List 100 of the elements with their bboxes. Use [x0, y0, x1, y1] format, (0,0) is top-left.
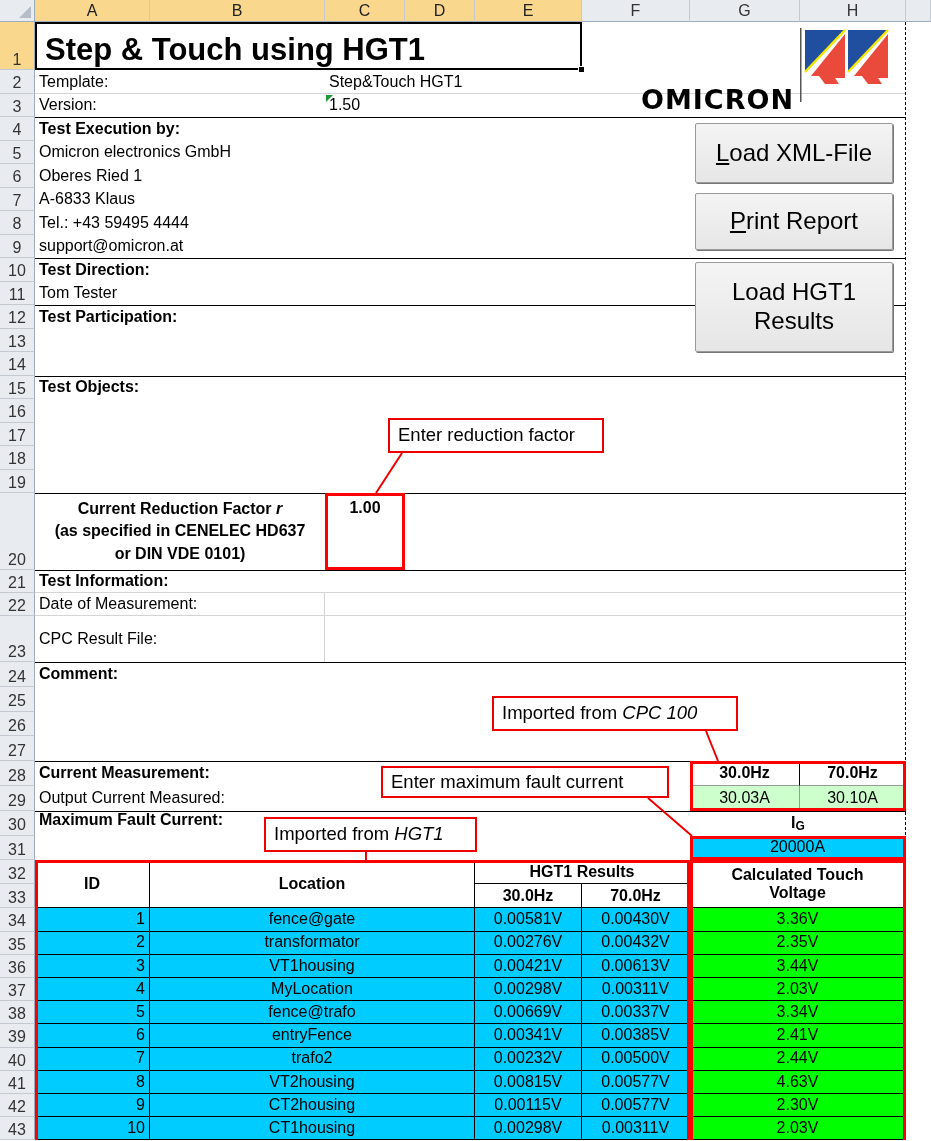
row-header[interactable]: 10 [0, 258, 35, 282]
row-header[interactable]: 18 [0, 446, 35, 470]
table-cell: 0.00577V [582, 1070, 690, 1094]
column-header[interactable]: C [325, 0, 405, 22]
row-header[interactable]: 39 [0, 1024, 35, 1048]
section-heading: Maximum Fault Current: [38, 810, 224, 830]
table-cell: 0.00337V [582, 1001, 690, 1025]
section-heading: Current Measurement: [38, 763, 211, 784]
row-header[interactable]: 4 [0, 117, 35, 141]
row-header[interactable]: 23 [0, 616, 35, 662]
table-cell: 6 [35, 1024, 150, 1048]
row-header[interactable]: 30 [0, 810, 35, 836]
row-header[interactable]: 36 [0, 954, 35, 978]
action-button[interactable]: Load XML-File [695, 123, 893, 183]
row-header[interactable]: 12 [0, 305, 35, 329]
row-header[interactable]: 7 [0, 187, 35, 211]
column-header [906, 0, 931, 22]
table-cell: CT2housing [150, 1093, 475, 1118]
table-cell: 0.00815V [475, 1070, 582, 1094]
column-header[interactable]: H [800, 0, 906, 22]
section-heading: Test Direction: [38, 259, 151, 280]
row-header[interactable]: 15 [0, 375, 35, 399]
row-header[interactable]: 35 [0, 931, 35, 955]
action-button[interactable]: Print Report [695, 193, 893, 250]
column-header[interactable]: E [475, 0, 582, 22]
reduction-factor-value: 1.00 [348, 497, 382, 518]
cell-text: A-6833 Klaus [38, 189, 137, 210]
callout-label: Imported from CPC 100 [492, 696, 738, 731]
cell-text: Oberes Ried 1 [38, 165, 144, 186]
table-cell: 0.00421V [475, 954, 582, 978]
table-cell: MyLocation [150, 977, 475, 1002]
row-header[interactable]: 32 [0, 860, 35, 885]
row-header[interactable]: 20 [0, 493, 35, 570]
table-cell: 3.34V [690, 1001, 906, 1025]
logo-text: OMICRON [640, 82, 795, 117]
row-header[interactable]: 9 [0, 234, 35, 258]
column-header[interactable]: G [690, 0, 800, 22]
cell-text: Omicron electronics GmbH [38, 142, 233, 163]
table-cell: 0.00115V [475, 1093, 582, 1118]
table-cell: 0.00385V [582, 1024, 690, 1048]
fill-handle[interactable] [578, 66, 585, 73]
section-heading: Comment: [38, 664, 120, 685]
row-header[interactable]: 24 [0, 662, 35, 687]
row-header[interactable]: 17 [0, 422, 35, 446]
row-header[interactable]: 8 [0, 211, 35, 235]
table-cell: 0.00298V [475, 1117, 582, 1141]
row-header[interactable]: 37 [0, 977, 35, 1002]
section-heading: Test Information: [38, 571, 170, 592]
row-header[interactable]: 2 [0, 70, 35, 94]
row-header[interactable]: 41 [0, 1070, 35, 1094]
table-cell: 5 [35, 1001, 150, 1025]
row-header[interactable]: 19 [0, 469, 35, 493]
row-header[interactable]: 38 [0, 1001, 35, 1025]
table-cell: 0.00500V [582, 1047, 690, 1071]
row-header[interactable]: 34 [0, 908, 35, 932]
row-header[interactable]: 43 [0, 1117, 35, 1141]
table-cell: transformator [150, 931, 475, 955]
row-header[interactable]: 25 [0, 686, 35, 712]
table-cell: 0.00311V [582, 1117, 690, 1141]
table-cell: fence@gate [150, 908, 475, 932]
row-header[interactable]: 22 [0, 593, 35, 616]
leader-line [705, 730, 719, 762]
table-cell: fence@trafo [150, 1001, 475, 1025]
column-header[interactable]: B [150, 0, 325, 22]
cell-text: support@omicron.at [38, 236, 185, 257]
row-header[interactable]: 1 [0, 22, 35, 70]
table-cell: 0.00432V [582, 931, 690, 955]
column-header-text: 70.0Hz [800, 761, 906, 786]
row-header[interactable]: 11 [0, 281, 35, 305]
cell-text: Tom Tester [38, 283, 118, 304]
leader-line [647, 797, 693, 837]
table-cell: 0.00669V [475, 1001, 582, 1025]
fault-current-symbol: I$_{G}$ [790, 813, 806, 836]
row-header[interactable]: 42 [0, 1093, 35, 1118]
table-cell: VT2housing [150, 1070, 475, 1094]
row-header[interactable]: 33 [0, 884, 35, 909]
row-header[interactable]: 27 [0, 736, 35, 762]
row-header[interactable]: 14 [0, 352, 35, 376]
action-button[interactable]: Load HGT1 Results [695, 262, 893, 352]
column-header[interactable]: A [35, 0, 150, 22]
column-header[interactable]: D [405, 0, 475, 22]
row-header[interactable]: 31 [0, 835, 35, 861]
table-cell: 0.00341V [475, 1024, 582, 1048]
field-value: 1.50 [325, 93, 365, 117]
row-header[interactable]: 16 [0, 399, 35, 423]
column-header[interactable]: F [582, 0, 690, 22]
row-header[interactable]: 29 [0, 786, 35, 811]
cell-text: Tel.: +43 59495 4444 [38, 212, 190, 233]
row-header[interactable]: 3 [0, 93, 35, 117]
row-header[interactable]: 13 [0, 328, 35, 352]
table-cell: 2.03V [690, 1117, 906, 1141]
row-header[interactable]: 40 [0, 1047, 35, 1071]
row-header[interactable]: 5 [0, 140, 35, 164]
table-cell: trafo2 [150, 1047, 475, 1071]
field-value: Step&Touch HGT1 [328, 71, 464, 92]
row-header[interactable]: 21 [0, 570, 35, 593]
row-header[interactable]: 28 [0, 761, 35, 786]
row-header[interactable]: 26 [0, 711, 35, 737]
row-header[interactable]: 6 [0, 164, 35, 188]
table-cell: 2.41V [690, 1024, 906, 1048]
